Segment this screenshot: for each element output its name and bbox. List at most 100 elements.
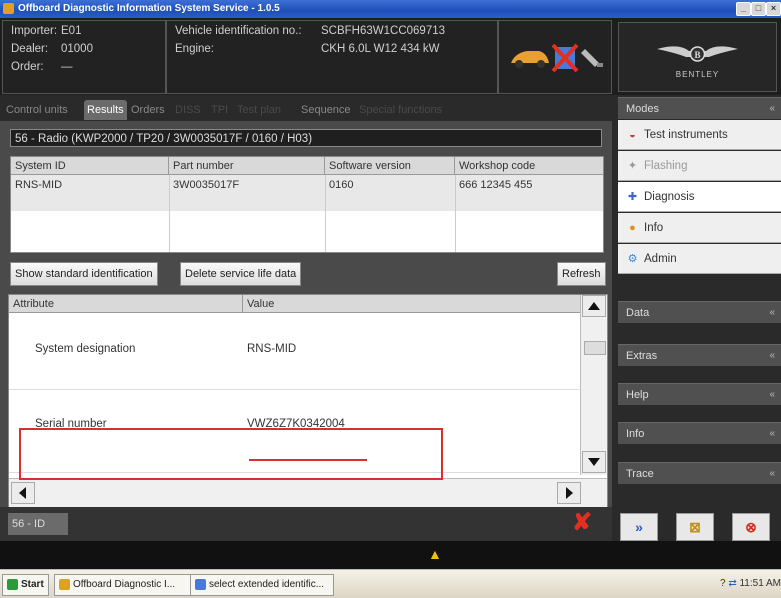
brand-panel: B BENTLEY (612, 18, 781, 95)
importer-label: Importer: (11, 25, 58, 37)
order-value: — (61, 61, 73, 73)
help-icon[interactable]: ? (720, 578, 726, 589)
tab-special-functions: Special functions (359, 104, 443, 116)
table-row[interactable]: System designation RNS-MID (9, 313, 579, 390)
vin-label: Vehicle identification no.: (175, 25, 302, 37)
tab-bar: Control units Results Orders DISS TPI Te… (0, 95, 612, 121)
fullscreen-icon[interactable]: ⊠ (676, 513, 714, 541)
engine-value: CKH 6.0L W12 434 kW (321, 43, 440, 55)
expand-icon: « (769, 468, 775, 479)
order-label: Order: (11, 61, 44, 73)
scroll-left-button[interactable] (11, 482, 35, 504)
col-system-id: System ID (11, 157, 169, 175)
attribute-table: Attribute Value System designation RNS-M… (8, 294, 608, 508)
modes-header[interactable]: Modes « (618, 97, 781, 119)
scroll-up-button[interactable] (582, 295, 606, 317)
cell-workshop-code: 666 12345 455 (459, 179, 533, 191)
action-buttons: » ⊠ ⊗ (612, 507, 781, 541)
tab-orders[interactable]: Orders (128, 100, 168, 120)
delete-service-life-data-button[interactable]: Delete service life data (180, 262, 302, 286)
col-attribute: Attribute (9, 295, 243, 313)
maximize-button[interactable]: □ (751, 2, 766, 16)
identification-table: System ID Part number Software version W… (10, 156, 604, 253)
vehicle-header: Importer: E01 Dealer: 01000 Order: — Veh… (0, 18, 612, 95)
cell-system-id: RNS-MID (15, 179, 63, 191)
tab-sequence[interactable]: Sequence (298, 100, 354, 120)
document-icon (195, 579, 206, 590)
network-icon[interactable]: ⇄ (728, 578, 739, 589)
forward-icon[interactable]: » (620, 513, 658, 541)
results-panel: 56 - Radio (KWP2000 / TP20 / 3W0035017F … (0, 121, 612, 526)
cancel-x-icon[interactable]: ✘ (572, 511, 592, 535)
disconnected-cable-icon (551, 43, 579, 73)
brand-name: BENTLEY (676, 70, 719, 79)
attribute-value: RNS-MID (247, 343, 297, 355)
close-button[interactable]: × (766, 2, 781, 16)
cell-software-version: 0160 (329, 179, 354, 191)
section-trace[interactable]: Trace « (618, 462, 781, 484)
status-bar: 56 - ID ✘ (0, 507, 612, 541)
app-icon (59, 579, 70, 590)
title-bar: Offboard Diagnostic Information System S… (0, 0, 781, 18)
refresh-button[interactable]: Refresh (557, 262, 606, 286)
tab-diss: DISS (175, 104, 201, 116)
section-data[interactable]: Data « (618, 301, 781, 323)
mode-info[interactable]: ● Info (618, 213, 781, 243)
collapse-icon: « (769, 103, 775, 114)
connection-icons (511, 43, 603, 73)
mode-flashing: ✦ Flashing (618, 151, 781, 181)
modes-panel: Modes « ◒ Test instruments ✦ Flashing ✚ Diag… (612, 95, 781, 541)
col-software-version: Software version (325, 157, 455, 175)
section-info[interactable]: Info « (618, 422, 781, 444)
show-standard-identification-button[interactable]: Show standard identification (10, 262, 158, 286)
windows-logo-icon (7, 579, 18, 590)
exit-icon[interactable]: ⊗ (732, 513, 770, 541)
message-strip: ▲ (0, 541, 781, 569)
taskbar: Start Offboard Diagnostic I... select ex… (0, 569, 781, 598)
minimize-button[interactable]: _ (736, 2, 751, 16)
horizontal-scrollbar[interactable] (9, 478, 607, 507)
tab-results[interactable]: Results (84, 100, 127, 120)
serial-number-underline (249, 459, 367, 461)
window-title: Offboard Diagnostic Information System S… (18, 3, 280, 14)
serial-number-highlight (19, 428, 443, 480)
col-value: Value (243, 295, 581, 313)
vertical-scrollbar[interactable] (580, 295, 607, 475)
plug-icon (581, 49, 603, 67)
expand-icon: « (769, 307, 775, 318)
bentley-logo: B BENTLEY (657, 46, 738, 79)
arrow-left-icon (19, 487, 26, 499)
col-part-number: Part number (169, 157, 325, 175)
taskbar-item-odis[interactable]: Offboard Diagnostic I... (54, 574, 198, 596)
mode-test-instruments[interactable]: ◒ Test instruments (618, 120, 781, 150)
diagnosis-icon: ✚ (627, 191, 638, 203)
expand-icon: « (769, 428, 775, 439)
admin-icon: ⚙ (627, 253, 638, 265)
scroll-down-button[interactable] (582, 451, 606, 473)
importer-value: E01 (61, 25, 82, 37)
clock[interactable]: 11:51 AM (739, 578, 781, 589)
taskbar-item-document[interactable]: select extended identific... (190, 574, 334, 596)
connection-status-box (498, 20, 612, 94)
svg-text:B: B (694, 50, 700, 60)
vehicle-info-box: Vehicle identification no.: SCBFH63W1CC0… (166, 20, 498, 94)
flash-icon: ✦ (627, 160, 638, 172)
tab-test-plan: Test plan (237, 104, 282, 116)
warning-icon[interactable]: ▲ (428, 546, 442, 562)
info-icon: ● (629, 222, 636, 234)
expand-icon: « (769, 389, 775, 400)
vin-value: SCBFH63W1CC069713 (321, 25, 446, 37)
start-button[interactable]: Start (2, 574, 49, 596)
engine-label: Engine: (175, 43, 215, 55)
expand-icon: « (769, 350, 775, 361)
scroll-right-button[interactable] (557, 482, 581, 504)
status-tab[interactable]: 56 - ID (8, 513, 68, 535)
mode-admin[interactable]: ⚙ Admin (618, 244, 781, 274)
arrow-down-icon (588, 458, 600, 466)
dealer-value: 01000 (61, 43, 93, 55)
section-extras[interactable]: Extras « (618, 344, 781, 366)
scroll-thumb[interactable] (584, 341, 606, 355)
mode-diagnosis[interactable]: ✚ Diagnosis (618, 182, 781, 212)
section-help[interactable]: Help « (618, 383, 781, 405)
tab-control-units[interactable]: Control units (3, 100, 71, 120)
